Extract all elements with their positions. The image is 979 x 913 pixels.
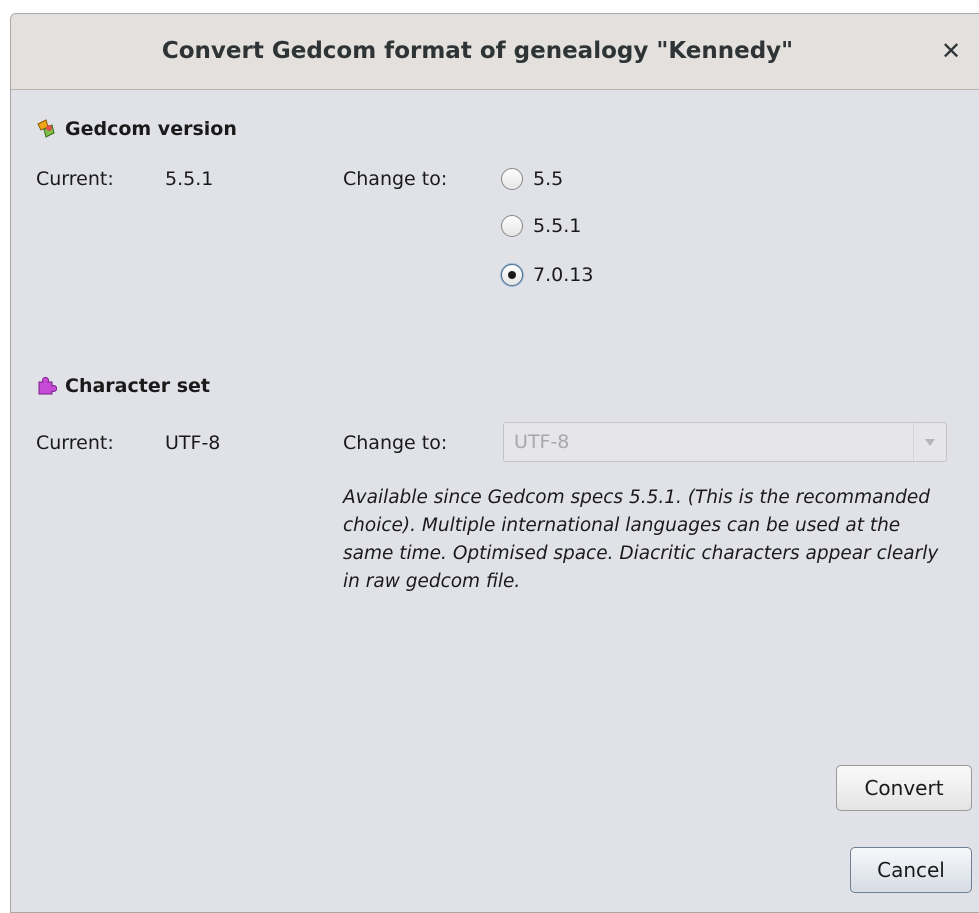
chevron-down-icon[interactable] bbox=[913, 423, 946, 461]
charset-change-label: Change to: bbox=[343, 432, 448, 454]
gedcom-change-label: Change to: bbox=[343, 168, 448, 190]
convert-dialog: Convert Gedcom format of genealogy "Kenn… bbox=[10, 13, 979, 913]
gedcom-current-value: 5.5.1 bbox=[165, 168, 214, 190]
radio-button-selected[interactable] bbox=[501, 264, 523, 286]
cancel-button[interactable]: Cancel bbox=[850, 847, 972, 893]
charset-current-value: UTF-8 bbox=[165, 432, 221, 454]
close-button[interactable]: ✕ bbox=[936, 36, 966, 66]
radio-label: 5.5.1 bbox=[533, 215, 582, 237]
close-icon: ✕ bbox=[940, 37, 962, 65]
radio-label: 5.5 bbox=[533, 168, 564, 190]
charset-select-value: UTF-8 bbox=[514, 431, 570, 453]
radio-button[interactable] bbox=[501, 215, 523, 237]
radio-version-5-5[interactable]: 5.5 bbox=[501, 168, 563, 190]
gedcom-current-label: Current: bbox=[36, 168, 114, 190]
radio-version-5-5-1[interactable]: 5.5.1 bbox=[501, 215, 581, 237]
radio-button[interactable] bbox=[501, 168, 523, 190]
character-set-title: Character set bbox=[65, 375, 210, 397]
puzzle-piece-icon bbox=[35, 375, 58, 397]
convert-button[interactable]: Convert bbox=[836, 765, 972, 811]
dialog-titlebar: Convert Gedcom format of genealogy "Kenn… bbox=[11, 14, 979, 90]
radio-label: 7.0.13 bbox=[533, 264, 594, 286]
gedcom-version-icon bbox=[35, 118, 57, 140]
charset-description: Available since Gedcom specs 5.5.1. (Thi… bbox=[343, 487, 939, 592]
charset-select[interactable]: UTF-8 bbox=[503, 422, 947, 462]
character-set-header: Character set bbox=[35, 375, 210, 397]
gedcom-version-header: Gedcom version bbox=[35, 118, 237, 140]
charset-current-label: Current: bbox=[36, 432, 114, 454]
gedcom-version-title: Gedcom version bbox=[65, 118, 237, 140]
dialog-title: Convert Gedcom format of genealogy "Kenn… bbox=[161, 38, 794, 64]
radio-version-7-0-13[interactable]: 7.0.13 bbox=[501, 264, 593, 286]
